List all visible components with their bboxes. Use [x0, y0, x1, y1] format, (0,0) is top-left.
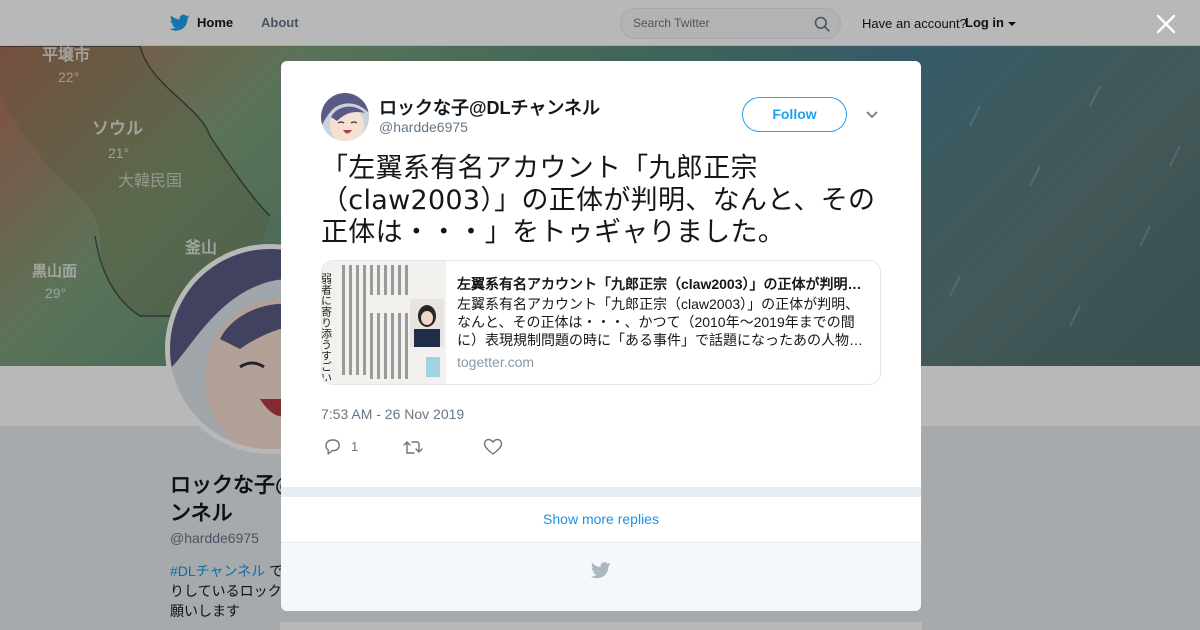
modal-footer [281, 543, 921, 611]
follow-button[interactable]: Follow [742, 97, 847, 132]
tweet-timestamp[interactable]: 7:53 AM - 26 Nov 2019 [321, 406, 464, 422]
anime-avatar-image [321, 93, 369, 141]
modal-backdrop[interactable] [0, 0, 1200, 46]
tweet-author-name[interactable]: ロックな子@DLチャンネル [379, 94, 600, 120]
reply-icon [325, 439, 340, 455]
card-title: 左翼系有名アカウント「九郎正宗（claw2003）」の正体が判明、なんと、その正… [457, 276, 862, 292]
chevron-down-icon[interactable] [865, 110, 879, 120]
heart-icon [483, 438, 503, 455]
retweet-icon [403, 441, 423, 454]
tweet-text: 「左翼系有名アカウント「九郎正宗（claw2003）」の正体が判明、なんと、その… [321, 153, 876, 248]
article-thumbnail-image: 弱者に寄り添うすごい [322, 261, 446, 384]
card-thumbnail: 弱者に寄り添うすごい [322, 261, 446, 384]
tweet-author-handle[interactable]: @hardde6975 [379, 119, 468, 135]
like-button[interactable] [483, 438, 503, 456]
retweet-button[interactable] [402, 438, 424, 456]
section-divider [281, 487, 921, 497]
card-description: 左翼系有名アカウント「九郎正宗（claw2003）」の正体が判明、なんと、その正… [457, 296, 863, 348]
card-domain: togetter.com [457, 354, 535, 370]
tweet-modal: ロックな子@DLチャンネル @hardde6975 Follow 「左翼系有名ア… [281, 61, 921, 611]
tweet-author-avatar[interactable] [321, 93, 369, 141]
show-more-replies-link[interactable]: Show more replies [281, 497, 921, 543]
close-icon[interactable] [1154, 12, 1178, 36]
thumbnail-caption: 弱者に寄り添うすごい [322, 273, 333, 383]
reply-button[interactable]: 1 [323, 438, 363, 456]
twitter-bird-icon [591, 562, 611, 579]
reply-count: 1 [351, 439, 359, 454]
link-preview-card[interactable]: 弱者に寄り添うすごい 左翼系有名アカウント「九郎正宗（claw2003）」の正体… [321, 260, 881, 385]
